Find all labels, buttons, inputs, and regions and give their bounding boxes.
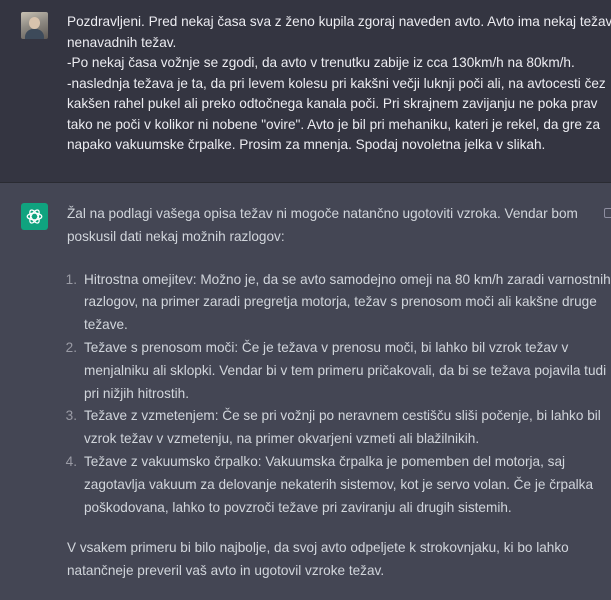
list-item-number: 3. [65,408,77,424]
list-item-line: vzrok težav v vzmetenju, na primer okvar… [84,431,480,447]
user-avatar-body [25,29,44,39]
list-item-number: 1. [65,271,77,287]
user-message-line: kakšen rahel pukel ali preko odtočnega k… [67,96,598,111]
list-item-line: zagotavlja vakuum za delovanje nekaterih… [84,476,594,492]
list-item-line: Težave z vzmetenjem: Če se pri vožnji po… [84,408,601,424]
assistant-message-row: Žal na podlagi vašega opisa težav ni mog… [0,183,611,600]
copy-icon[interactable] [604,208,611,218]
user-message-line: Pozdravljeni. Pred nekaj časa sva z ženo… [67,14,611,29]
list-item-number: 2. [65,339,77,355]
user-message-line: nenavadnih težav. [67,34,177,50]
user-message-text: Pozdravljeni. Pred nekaj časa sva z ženo… [67,12,611,156]
assistant-intro: Žal na podlagi vašega opisa težav ni mog… [67,203,597,249]
user-avatar-head [29,17,40,29]
assistant-intro-line: poskusil dati nekaj možnih razlogov: [67,228,285,244]
assistant-intro-line: Žal na podlagi vašega opisa težav ni mog… [67,206,578,221]
reasons-list: 1. Hitrostna omejitev: Možno je, da se a… [66,269,611,520]
assistant-message-text: Žal na podlagi vašega opisa težav ni mog… [66,203,611,583]
list-item-line: Težave s prenosom moči: Če je težava v p… [84,339,569,355]
user-message-line: -Po nekaj časa vožnje se zgodi, da avto … [67,55,575,70]
list-item: 3. Težave z vzmetenjem: Če se pri vožnji… [66,405,601,451]
list-item-line: Težave z vakuumsko črpalko: Vakuumska čr… [84,453,566,469]
list-item-number: 4. [65,453,77,469]
user-message-line: tako ne poči v kolikor ni nobene "ovire"… [67,116,601,132]
assistant-closing-line: natančneje preveril vaš avto in ugotovil… [67,563,385,579]
list-item-line: razlogov, na primer zaradi pregretja mot… [84,294,597,310]
list-item: 2. Težave s prenosom moči: Če je težava … [66,337,607,405]
list-item-line: Hitrostna omejitev: Možno je, da se avto… [84,271,611,287]
assistant-closing: V vsakem primeru bi bilo najbolje, da sv… [67,537,597,583]
user-avatar-icon [21,12,48,39]
list-item-line: menjalniku ali sklopki. Vendar bi v tem … [84,362,607,378]
openai-logo-svg [26,209,43,224]
user-message-line: -naslednja težava je ta, da pri levem ko… [67,75,606,91]
list-item: 4. Težave z vakuumsko črpalko: Vakuumska… [66,451,597,519]
assistant-closing-line: V vsakem primeru bi bilo najbolje, da sv… [67,540,569,556]
list-item: 1. Hitrostna omejitev: Možno je, da se a… [66,269,611,337]
list-item-line: poškodovana, lahko to povzroči težave pr… [84,499,512,515]
user-message-row: Pozdravljeni. Pred nekaj časa sva z ženo… [0,0,611,183]
list-item-line: pri nižjih hitrostih. [84,385,190,401]
list-item-line: težave. [84,317,128,333]
openai-logo-icon [21,203,48,230]
user-message-line: napako vakuumske črpalke. Prosim za mnen… [67,137,546,152]
